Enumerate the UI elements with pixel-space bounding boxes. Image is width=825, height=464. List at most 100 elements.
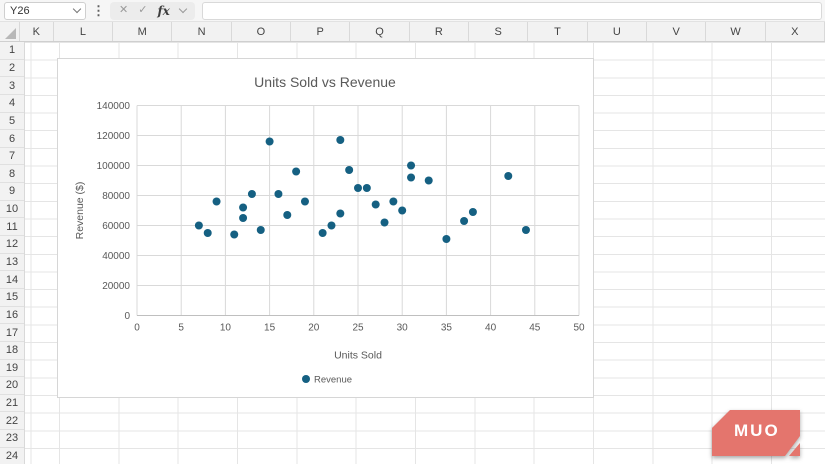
data-point — [354, 184, 362, 192]
x-tick-label: 20 — [308, 323, 320, 334]
confirm-icon[interactable]: ✓ — [138, 5, 147, 16]
column-header-S[interactable]: S — [469, 22, 529, 41]
row-header-16[interactable]: 16 — [0, 307, 24, 325]
data-point — [265, 137, 274, 146]
column-header-L[interactable]: L — [54, 22, 114, 41]
data-point — [203, 229, 212, 237]
row-header-10[interactable]: 10 — [0, 201, 24, 219]
x-tick-label: 45 — [529, 323, 541, 334]
insert-function-icon[interactable]: fx — [157, 4, 169, 18]
row-header-5[interactable]: 5 — [0, 113, 24, 131]
name-box-chevron-icon[interactable] — [72, 4, 82, 14]
data-point — [407, 161, 416, 170]
x-tick-label: 35 — [441, 323, 453, 334]
y-tick-label: 60000 — [102, 221, 130, 232]
row-header-9[interactable]: 9 — [0, 183, 24, 201]
column-header-R[interactable]: R — [410, 22, 470, 41]
data-point — [212, 197, 221, 206]
y-tick-label: 80000 — [102, 191, 130, 202]
row-header-13[interactable]: 13 — [0, 254, 24, 272]
column-header-O[interactable]: O — [232, 22, 292, 41]
column-header-X[interactable]: X — [766, 22, 825, 41]
data-point — [239, 203, 248, 212]
x-tick-label: 25 — [352, 323, 364, 334]
muo-watermark: MUO — [712, 410, 800, 456]
data-point — [504, 172, 513, 180]
row-header-4[interactable]: 4 — [0, 95, 24, 113]
formula-buttons-group: ✕ ✓ fx — [110, 1, 195, 20]
column-header-W[interactable]: W — [706, 22, 766, 41]
row-header-23[interactable]: 23 — [0, 430, 24, 448]
column-header-T[interactable]: T — [528, 22, 588, 41]
formula-bar-input[interactable] — [201, 1, 822, 20]
column-header-V[interactable]: V — [647, 22, 707, 41]
row-header-6[interactable]: 6 — [0, 130, 24, 148]
y-tick-label: 100000 — [97, 161, 131, 172]
row-header-8[interactable]: 8 — [0, 165, 24, 184]
row-header-24[interactable]: 24 — [0, 448, 24, 464]
data-point — [371, 200, 380, 209]
data-point — [407, 173, 416, 182]
row-header-2[interactable]: 2 — [0, 60, 24, 78]
data-point — [256, 226, 265, 234]
data-point — [274, 190, 283, 198]
x-axis-title: Units Sold — [334, 350, 382, 362]
y-tick-label: 20000 — [102, 281, 130, 292]
formula-toolbar: Y26 ⋮ ✕ ✓ fx — [0, 0, 825, 22]
row-header-19[interactable]: 19 — [0, 360, 24, 378]
data-point — [300, 197, 309, 206]
column-header-Q[interactable]: Q — [350, 22, 410, 41]
column-header-U[interactable]: U — [588, 22, 648, 41]
data-point — [283, 211, 292, 219]
cancel-icon[interactable]: ✕ — [119, 5, 128, 16]
data-point — [468, 208, 477, 216]
column-header-K[interactable]: K — [20, 22, 54, 41]
row-header-3[interactable]: 3 — [0, 77, 24, 95]
row-header-1[interactable]: 1 — [0, 42, 24, 60]
sheet-grid[interactable]: Units Sold vs Revenue 0 20000 40000 60000 800… — [25, 42, 825, 464]
data-point — [327, 221, 336, 230]
muo-logo-text: MUO — [734, 421, 780, 440]
row-header-15[interactable]: 15 — [0, 289, 24, 307]
row-header-11[interactable]: 11 — [0, 218, 24, 237]
data-point — [336, 209, 345, 218]
data-point — [442, 235, 451, 243]
x-tick-label: 15 — [264, 323, 276, 334]
x-tick-label: 50 — [573, 323, 585, 334]
x-tick-label: 0 — [134, 323, 140, 334]
data-point — [336, 136, 345, 144]
row-header-12[interactable]: 12 — [0, 236, 24, 254]
y-tick-label: 140000 — [97, 101, 131, 112]
row-header-17[interactable]: 17 — [0, 324, 24, 342]
row-header-22[interactable]: 22 — [0, 412, 24, 431]
column-header-M[interactable]: M — [113, 22, 173, 41]
column-header-P[interactable]: P — [291, 22, 351, 41]
row-header-7[interactable]: 7 — [0, 148, 24, 166]
y-tick-label: 0 — [124, 311, 130, 322]
select-all-corner[interactable] — [0, 22, 20, 41]
y-tick-label: 120000 — [97, 131, 131, 142]
data-point — [380, 218, 389, 227]
name-box[interactable]: Y26 — [4, 1, 86, 20]
data-point — [389, 197, 398, 206]
data-point — [398, 206, 407, 215]
row-header-21[interactable]: 21 — [0, 395, 24, 413]
data-point — [424, 176, 433, 185]
row-header-20[interactable]: 20 — [0, 377, 24, 395]
y-axis-title: Revenue ($) — [74, 182, 86, 240]
column-header-N[interactable]: N — [172, 22, 232, 41]
scatter-chart[interactable]: Units Sold vs Revenue 0 20000 40000 60000 800… — [57, 58, 594, 398]
legend-marker-icon — [302, 375, 310, 383]
x-tick-label: 30 — [397, 323, 409, 334]
data-point — [247, 190, 256, 198]
data-point — [194, 221, 203, 230]
data-point — [521, 226, 530, 234]
row-header-18[interactable]: 18 — [0, 342, 24, 360]
data-point — [230, 230, 239, 239]
fx-chevron-icon[interactable] — [178, 4, 188, 14]
row-header-14[interactable]: 14 — [0, 271, 24, 289]
data-point — [292, 167, 301, 176]
data-point — [318, 229, 327, 237]
data-point — [239, 214, 248, 222]
row-headers: 1 2 3 4 5 6 7 8 9 10 11 12 13 14 15 16 17 18 19 20 21 22 23 24 — [0, 42, 25, 464]
